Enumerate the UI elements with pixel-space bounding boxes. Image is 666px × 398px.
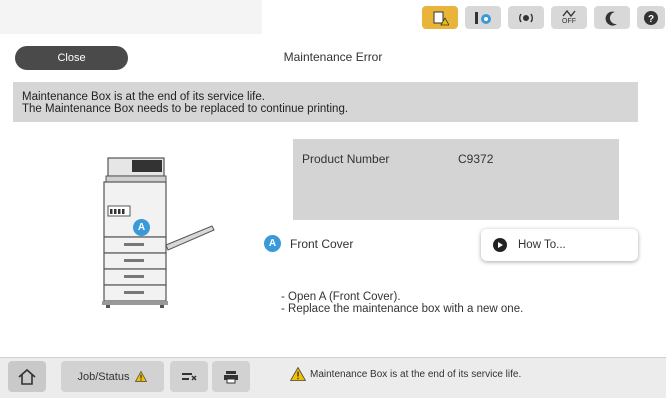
error-message-line2: The Maintenance Box needs to be replaced…	[22, 103, 349, 115]
warning-icon	[135, 371, 148, 382]
printer-icon	[224, 370, 238, 383]
sleep-icon[interactable]	[594, 6, 630, 29]
home-icon	[18, 368, 36, 385]
home-button[interactable]	[8, 361, 46, 392]
status-message-text: Maintenance Box is at the end of its ser…	[310, 368, 522, 380]
how-to-button[interactable]: How To...	[481, 229, 638, 261]
instruction-line1: - Open A (Front Cover).	[281, 291, 401, 303]
printer-button[interactable]	[212, 361, 250, 392]
error-message-line1: Maintenance Box is at the end of its ser…	[22, 91, 265, 103]
status-bar-shade	[0, 0, 262, 34]
error-message: Maintenance Box is at the end of its ser…	[13, 82, 638, 122]
printer-illustration: A	[92, 150, 232, 320]
product-number-panel: Product Number C9372	[293, 139, 619, 220]
stop-job-icon	[182, 372, 197, 381]
instruction-line2: - Replace the maintenance box with a new…	[281, 303, 524, 315]
product-number-value: C9372	[458, 152, 494, 166]
front-cover-badge: A	[264, 235, 281, 252]
job-status-label: Job/Status	[77, 370, 130, 383]
ink-icon[interactable]	[465, 6, 501, 29]
status-warning-icon	[290, 367, 306, 381]
job-status-button[interactable]: Job/Status	[61, 361, 164, 392]
paper-warning-icon[interactable]	[422, 6, 458, 29]
svg-text:?: ?	[648, 14, 654, 25]
stop-job-button[interactable]	[170, 361, 208, 392]
illustration-badge-a: A	[133, 219, 150, 236]
wifi-direct-off-label: OFF	[562, 17, 576, 25]
front-cover-label: Front Cover	[290, 237, 354, 251]
how-to-label: How To...	[518, 239, 566, 251]
close-button[interactable]: Close	[15, 46, 128, 70]
wifi-icon[interactable]	[508, 6, 544, 29]
play-icon	[493, 238, 507, 252]
instructions: - Open A (Front Cover). - Replace the ma…	[281, 291, 523, 315]
wifi-direct-off-icon[interactable]: OFF	[551, 6, 587, 29]
page-title: Maintenance Error	[283, 50, 383, 64]
help-icon[interactable]: ?	[637, 6, 665, 29]
status-message: Maintenance Box is at the end of its ser…	[290, 367, 521, 381]
product-number-label: Product Number	[302, 152, 390, 166]
